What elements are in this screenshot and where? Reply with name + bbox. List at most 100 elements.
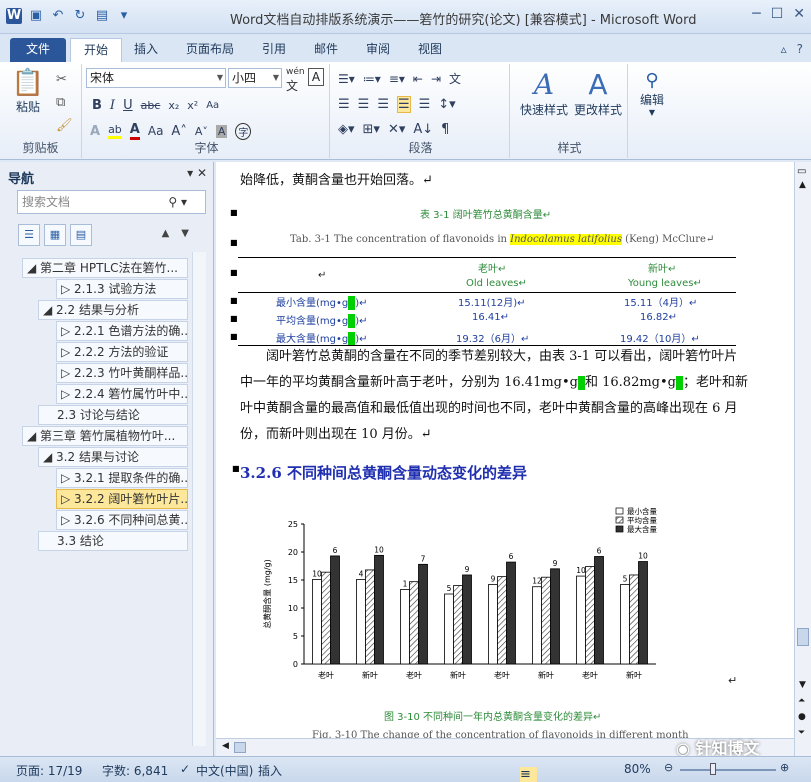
print-preview-icon[interactable]: ▤ [94,8,110,24]
help-icon[interactable]: ? [797,42,803,56]
increase-indent-icon[interactable]: ⇥ [431,72,441,86]
document-page[interactable]: 始降低，黄酮含量也开始回落。↵ ■ 表 3-1 阔叶箬竹总黄酮含量↵ ■ Tab… [216,162,794,738]
align-left-icon[interactable]: ☰ [338,97,350,112]
font-name-combo[interactable]: 宋体 ▼ [86,68,226,88]
ruler-toggle-icon[interactable]: ▭ [797,166,806,177]
font-color-icon[interactable]: A [129,122,140,140]
undo-icon[interactable]: ↶ [50,8,66,24]
zoom-slider[interactable] [680,769,776,771]
collapse-icon[interactable]: ◢ [43,450,56,464]
redo-icon[interactable]: ↻ [72,8,88,24]
collapse-icon[interactable]: ◢ [43,303,56,317]
tab-review[interactable]: 审阅 [366,38,390,62]
nav-item[interactable]: ◢ 2.2 结果与分析 [38,300,188,320]
text-effects-icon[interactable]: A [90,124,100,139]
line-spacing-icon[interactable]: ↕▾ [438,97,455,112]
chinese-layout-icon[interactable]: 文 [449,70,461,87]
expand-icon[interactable]: ▷ [61,324,74,338]
collapse-icon[interactable]: ◢ [27,261,40,275]
borders-icon[interactable]: ⊞▾ [363,122,380,137]
search-input[interactable]: 搜索文档 ⚲ ▾ [17,190,206,214]
font-size-combo[interactable]: 小四 ▼ [228,68,282,88]
close-icon[interactable]: ✕ [793,6,805,22]
bullets-icon[interactable]: ☰▾ [338,72,355,86]
superscript-icon[interactable]: x² [187,99,198,112]
maximize-icon[interactable]: ☐ [771,6,784,22]
justify-icon[interactable]: ☰ [396,96,411,113]
expand-icon[interactable]: ▷ [61,345,74,359]
align-right-icon[interactable]: ☰ [377,97,389,112]
distributed-icon[interactable]: ☰ [419,97,431,112]
phonetic-guide-button[interactable]: wén 文 [286,67,305,94]
enclose-char-icon[interactable]: 字 [235,122,252,140]
headings-view-icon[interactable]: ☰ [18,224,40,246]
quick-styles-button[interactable]: A 快速样式 [516,68,572,118]
minimize-icon[interactable]: ─ [752,6,760,22]
strikethrough-icon[interactable]: abc [141,99,161,112]
next-page-icon[interactable]: ⏷ [798,728,805,738]
char-shading-icon[interactable]: A [215,124,228,138]
search-icon[interactable]: ⚲ ▾ [168,191,187,213]
nav-item[interactable]: ▷ 3.2.6 不同种间总黄... [56,510,188,530]
tab-mailings[interactable]: 邮件 [314,38,338,62]
status-words[interactable]: 字数: 6,841 [102,762,168,779]
expand-icon[interactable]: ▷ [61,471,74,485]
tab-view[interactable]: 视图 [418,38,442,62]
show-marks-icon[interactable]: ¶ [441,122,449,137]
zoom-in-icon[interactable]: ⊕ [780,761,789,774]
nav-item[interactable]: ▷ 2.2.3 竹叶黄酮样品... [56,363,188,383]
tab-insert[interactable]: 插入 [134,38,158,62]
nav-item-selected[interactable]: ▷ 3.2.2 阔叶箬竹叶片... [56,489,188,509]
underline-icon[interactable]: U [123,98,133,113]
subscript-icon[interactable]: x₂ [168,99,179,112]
bold-icon[interactable]: B [92,98,102,113]
scroll-down-icon[interactable]: ▼ [799,680,806,690]
change-styles-button[interactable]: A 更改样式 [570,68,626,118]
hscroll-thumb[interactable] [234,742,246,753]
sort-icon[interactable]: A↓ [413,122,433,137]
expand-icon[interactable]: ▷ [61,282,74,296]
multilevel-list-icon[interactable]: ≡▾ [389,72,405,86]
nav-scrollbar[interactable] [192,252,206,746]
nav-item[interactable]: ▷ 3.2.1 提取条件的确... [56,468,188,488]
nav-item[interactable]: ▷ 2.2.1 色谱方法的确... [56,321,188,341]
nav-item[interactable]: ▷ 2.2.4 箬竹属竹叶中... [56,384,188,404]
expand-icon[interactable]: ▷ [61,492,74,506]
tab-references[interactable]: 引用 [262,38,286,62]
cut-icon[interactable]: ✂ [56,72,73,87]
tab-page-layout[interactable]: 页面布局 [186,38,234,62]
scroll-up-icon[interactable]: ▲ [799,180,806,190]
prev-heading-icon[interactable]: ▲ [162,228,182,239]
clear-format-icon[interactable]: Aa [206,100,219,111]
zoom-slider-thumb[interactable] [710,763,716,775]
paste-button[interactable]: 📋 粘贴 [8,68,48,115]
shading-icon[interactable]: ◈▾ [338,122,355,137]
close-icon[interactable]: ✕ [197,166,207,180]
change-case-icon[interactable]: Aa [148,124,164,138]
pages-view-icon[interactable]: ▦ [44,224,66,246]
prev-page-icon[interactable]: ⏶ [798,696,805,706]
nav-item[interactable]: 2.3 讨论与结论 [38,405,188,425]
zoom-out-icon[interactable]: ⊖ [664,761,673,774]
browse-object-icon[interactable]: ● [798,712,806,722]
nav-item[interactable]: ◢ 3.2 结果与讨论 [38,447,188,467]
tab-file[interactable]: 文件 [10,38,66,62]
nav-menu-icon[interactable]: ▾ [187,166,193,180]
format-painter-icon[interactable]: 🖌 [56,118,73,133]
edit-button[interactable]: ⚲ 编辑 ▼ [634,70,670,117]
expand-icon[interactable]: ▷ [61,366,74,380]
draft-icon[interactable]: ≡ [520,767,537,782]
nav-item[interactable]: ▷ 2.2.2 方法的验证 [56,342,188,362]
char-border-icon[interactable]: A [308,68,324,86]
customize-icon[interactable]: ▾ [116,8,132,24]
status-zoom[interactable]: 80% [624,762,651,776]
next-heading-icon[interactable]: ▼ [181,228,201,239]
nav-item[interactable]: ▷ 2.1.3 试验方法 [56,279,188,299]
align-center-icon[interactable]: ☰ [358,97,370,112]
grow-font-icon[interactable]: A˄ [171,124,186,139]
scroll-thumb[interactable] [797,628,809,646]
collapse-icon[interactable]: ◢ [27,429,40,443]
expand-icon[interactable]: ▷ [61,387,74,401]
nav-item[interactable]: ◢ 第二章 HPTLC法在箬竹... [22,258,188,278]
save-icon[interactable]: ▣ [28,8,44,24]
